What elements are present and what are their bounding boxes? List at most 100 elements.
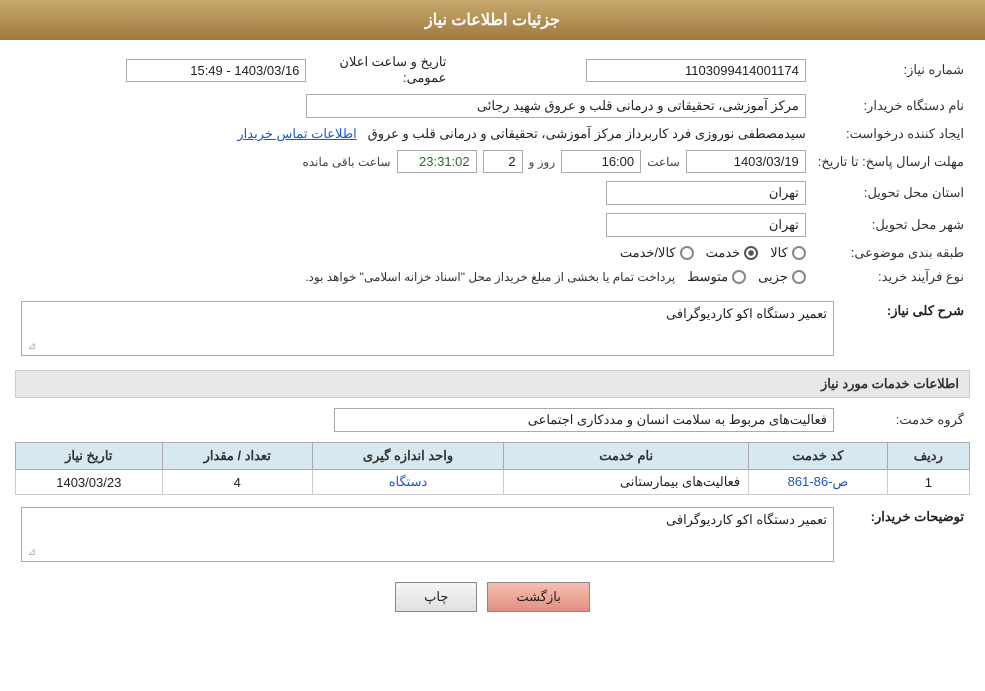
need-desc-label: شرح کلی نیاز: (840, 297, 970, 360)
process-type-label: نوع فرآیند خرید: (812, 265, 970, 289)
need-number-input: 1103099414001174 (586, 59, 806, 82)
deadline-remaining-label: ساعت باقی مانده (303, 155, 391, 169)
page-header: جزئیات اطلاعات نیاز (0, 0, 985, 40)
resize-icon-2: ⊿ (24, 547, 36, 559)
date-label: تاریخ و ساعت اعلان عمومی: (312, 50, 452, 90)
row-need-number: شماره نیاز: 1103099414001174 تاریخ و ساع… (15, 50, 970, 90)
row-buyer-notes: توضیحات خریدار: تعمیر دستگاه اکو کاردیوگ… (15, 503, 970, 566)
deadline-days-label: روز و (529, 155, 556, 169)
category-radio-group: کالا خدمت کالا/خدمت (21, 245, 806, 261)
process-radio-group: جزیی متوسط (687, 269, 806, 285)
cell-quantity: 4 (162, 470, 312, 495)
row-need-desc: شرح کلی نیاز: تعمیر دستگاه اکو کاردیوگرا… (15, 297, 970, 360)
category-label: طبقه بندی موضوعی: (812, 241, 970, 265)
category-option-kala-khedmat: کالا/خدمت (620, 245, 694, 261)
date-value: 1403/03/16 - 15:49 (15, 50, 312, 90)
creator-text: سیدمصطفی نوروزی فرد کاربرداز مرکز آموزشی… (368, 126, 806, 141)
creator-link[interactable]: اطلاعات تماس خریدار (237, 126, 356, 141)
process-radio-jozi[interactable] (792, 270, 806, 284)
process-type-value: جزیی متوسط پرداخت تمام یا بخشی از مبلغ خ… (15, 265, 812, 289)
buyer-org-label: نام دستگاه خریدار: (812, 90, 970, 122)
service-group-table: گروه خدمت: فعالیت‌های مربوط به سلامت انس… (15, 404, 970, 436)
row-buyer-org: نام دستگاه خریدار: مرکز آموزشی، تحقیقاتی… (15, 90, 970, 122)
col-header-index: ردیف (887, 443, 969, 470)
process-option-jozi: جزیی (758, 269, 806, 285)
buyer-notes-label-text: توضیحات خریدار: (871, 509, 964, 524)
need-number-value: 1103099414001174 (452, 50, 811, 90)
back-button[interactable]: بازگشت (487, 582, 589, 612)
city-label: شهر محل تحویل: (812, 209, 970, 241)
row-deadline: مهلت ارسال پاسخ: تا تاریخ: 1403/03/19 سا… (15, 146, 970, 177)
services-section-title: اطلاعات خدمات مورد نیاز (15, 370, 970, 398)
category-option-khedmat: خدمت (706, 245, 759, 261)
buyer-notes-value: تعمیر دستگاه اکو کاردیوگرافی ⊿ (15, 503, 840, 566)
city-input: تهران (606, 213, 806, 237)
buyer-notes-label: توضیحات خریدار: (840, 503, 970, 566)
print-button[interactable]: چاپ (395, 582, 477, 612)
buyer-notes-content: تعمیر دستگاه اکو کاردیوگرافی (666, 512, 827, 527)
category-label-kala-khedmat: کالا/خدمت (620, 245, 676, 261)
category-option-kala: کالا (770, 245, 806, 261)
deadline-date: 1403/03/19 (686, 150, 806, 173)
category-radio-khedmat[interactable] (744, 246, 758, 260)
cell-name: فعالیت‌های بیمارستانی (504, 470, 749, 495)
need-desc-content: تعمیر دستگاه اکو کاردیوگرافی (666, 306, 827, 321)
buyer-notes-table: توضیحات خریدار: تعمیر دستگاه اکو کاردیوگ… (15, 503, 970, 566)
province-value: تهران (15, 177, 812, 209)
need-description-table: شرح کلی نیاز: تعمیر دستگاه اکو کاردیوگرا… (15, 297, 970, 360)
row-category: طبقه بندی موضوعی: کالا خدمت (15, 241, 970, 265)
row-province: استان محل تحویل: تهران (15, 177, 970, 209)
row-city: شهر محل تحویل: تهران (15, 209, 970, 241)
deadline-time: 16:00 (561, 150, 641, 173)
col-header-name: نام خدمت (504, 443, 749, 470)
category-value: کالا خدمت کالا/خدمت (15, 241, 812, 265)
cell-unit: دستگاه (312, 470, 503, 495)
page-title: جزئیات اطلاعات نیاز (425, 12, 560, 29)
buyer-org-value: مرکز آموزشی، تحقیقاتی و درمانی قلب و عرو… (15, 90, 812, 122)
deadline-value: 1403/03/19 ساعت 16:00 روز و 2 23:31:02 س… (15, 146, 812, 177)
content-area: شماره نیاز: 1103099414001174 تاریخ و ساع… (0, 40, 985, 638)
cell-date: 1403/03/23 (16, 470, 163, 495)
process-label-motavasset: متوسط (687, 269, 728, 285)
date-input: 1403/03/16 - 15:49 (126, 59, 306, 82)
need-number-label: شماره نیاز: (812, 50, 970, 90)
province-label: استان محل تحویل: (812, 177, 970, 209)
province-input: تهران (606, 181, 806, 205)
col-header-date: تاریخ نیاز (16, 443, 163, 470)
buyer-org-input: مرکز آموزشی، تحقیقاتی و درمانی قلب و عرو… (306, 94, 806, 118)
buttons-row: بازگشت چاپ (15, 582, 970, 612)
category-label-khedmat: خدمت (706, 245, 741, 261)
deadline-time-label: ساعت (647, 155, 680, 169)
col-header-quantity: تعداد / مقدار (162, 443, 312, 470)
table-row: 1 ص-86-861 فعالیت‌های بیمارستانی دستگاه … (16, 470, 970, 495)
service-group-label: گروه خدمت: (840, 404, 970, 436)
process-notice: پرداخت تمام یا بخشی از مبلغ خریداز محل "… (305, 270, 675, 284)
category-label-kala: کالا (770, 245, 788, 261)
creator-label: ایجاد کننده درخواست: (812, 122, 970, 146)
col-header-code: کد خدمت (749, 443, 887, 470)
need-desc-value: تعمیر دستگاه اکو کاردیوگرافی ⊿ (15, 297, 840, 360)
row-process-type: نوع فرآیند خرید: جزیی متوسط (15, 265, 970, 289)
main-info-table: شماره نیاز: 1103099414001174 تاریخ و ساع… (15, 50, 970, 289)
need-desc-label-text: شرح کلی نیاز: (887, 303, 964, 318)
category-radio-kala-khedmat[interactable] (680, 246, 694, 260)
services-table: ردیف کد خدمت نام خدمت واحد اندازه گیری ت… (15, 442, 970, 495)
service-group-value: فعالیت‌های مربوط به سلامت انسان و مددکار… (15, 404, 840, 436)
services-header-row: ردیف کد خدمت نام خدمت واحد اندازه گیری ت… (16, 443, 970, 470)
buyer-notes-textarea: تعمیر دستگاه اکو کاردیوگرافی ⊿ (21, 507, 834, 562)
city-value: تهران (15, 209, 812, 241)
resize-icon: ⊿ (24, 341, 36, 353)
row-creator: ایجاد کننده درخواست: سیدمصطفی نوروزی فرد… (15, 122, 970, 146)
deadline-days: 2 (483, 150, 523, 173)
need-desc-textarea: تعمیر دستگاه اکو کاردیوگرافی ⊿ (21, 301, 834, 356)
process-label-jozi: جزیی (758, 269, 788, 285)
cell-index: 1 (887, 470, 969, 495)
creator-value: سیدمصطفی نوروزی فرد کاربرداز مرکز آموزشی… (15, 122, 812, 146)
deadline-label: مهلت ارسال پاسخ: تا تاریخ: (812, 146, 970, 177)
deadline-remaining: 23:31:02 (397, 150, 477, 173)
service-group-input: فعالیت‌های مربوط به سلامت انسان و مددکار… (334, 408, 834, 432)
category-radio-kala[interactable] (792, 246, 806, 260)
process-row: جزیی متوسط پرداخت تمام یا بخشی از مبلغ خ… (21, 269, 806, 285)
process-radio-motavasset[interactable] (732, 270, 746, 284)
page-wrapper: جزئیات اطلاعات نیاز شماره نیاز: 11030994… (0, 0, 985, 691)
